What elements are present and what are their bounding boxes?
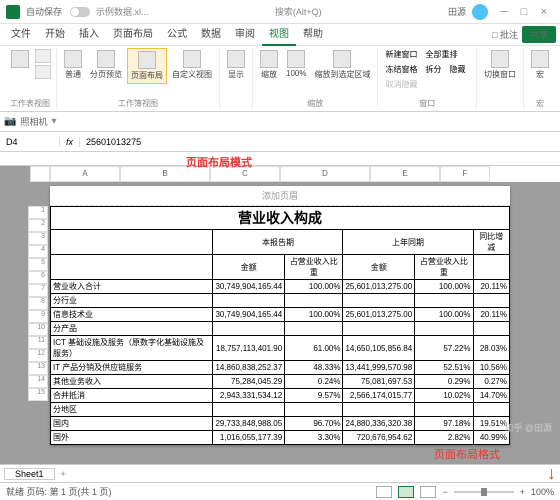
ribbon-body: 工作表视图 普通 分页预览 页面布局 自定义视图 工作簿视图 显示 缩放 100… (0, 46, 560, 112)
hide-button[interactable]: 隐藏 (446, 63, 468, 76)
split-button[interactable]: 拆分 (422, 63, 444, 76)
group-label: 工作表视图 (10, 98, 50, 109)
group-window: 新建窗口 全部重排 冻结窗格 拆分 隐藏 取消隐藏 窗口 (378, 48, 477, 109)
ribbon-tabs: 文件 开始 插入 页面布局 公式 数据 审阅 视图 帮助 □ 批注 共享 (0, 24, 560, 46)
group-label: 缩放 (307, 98, 323, 109)
filename: 示例数据.xl... (96, 5, 149, 18)
custom-view-button[interactable]: 自定义视图 (169, 48, 215, 84)
autosave-toggle[interactable] (70, 7, 90, 17)
comments-button[interactable]: □ 批注 (492, 28, 518, 41)
share-button[interactable]: 共享 (522, 26, 556, 43)
group-label: 窗口 (419, 98, 435, 109)
tab-formulas[interactable]: 公式 (160, 24, 194, 46)
group-show: 显示 (220, 48, 253, 109)
tab-help[interactable]: 帮助 (296, 24, 330, 46)
column-headers[interactable]: A B C D E F (30, 166, 560, 182)
status-text: 就绪 页码: 第 1 页(共 1 页) (6, 485, 112, 498)
table-row[interactable]: 分地区 (51, 403, 510, 417)
header-row-1: 本报告期 上年同期 同比增减 (51, 230, 510, 255)
group-label: 工作簿视图 (118, 98, 158, 109)
show-button[interactable]: 显示 (224, 48, 248, 82)
sv-btn2[interactable] (35, 65, 51, 79)
statusbar: 就绪 页码: 第 1 页(共 1 页) − + 100% (0, 482, 560, 500)
ruler (0, 152, 560, 166)
table-row[interactable]: 国内29,733,848,988.0596.70%24,880,336,320.… (51, 417, 510, 431)
autosave-label: 自动保存 (26, 5, 62, 18)
page-header[interactable]: 添加页眉 (50, 186, 510, 206)
arrow-down-icon: ↓ (547, 463, 556, 484)
pagelayout-view-button[interactable]: 页面布局 (127, 48, 167, 84)
header-row-2: 金额 占营业收入比重 金额 占营业收入比重 (51, 255, 510, 280)
tab-home[interactable]: 开始 (38, 24, 72, 46)
group-label: 宏 (536, 98, 544, 109)
user-name[interactable]: 田源 (448, 5, 466, 18)
sheetview-icon[interactable] (11, 50, 29, 68)
row-headers[interactable]: 123456789101112131415 (28, 206, 48, 401)
normal-view-icon[interactable] (376, 486, 392, 498)
watermark: 知乎 @田源 (504, 421, 552, 434)
excel-icon (6, 5, 20, 19)
annotation-mode: 页面布局模式 (186, 154, 252, 170)
tab-file[interactable]: 文件 (4, 24, 38, 46)
table-row[interactable]: 分产品 (51, 322, 510, 336)
page: 123456789101112131415 添加页眉 营业收入构成 本报告期 上… (50, 186, 510, 445)
name-box[interactable]: D4 (0, 137, 60, 147)
group-sheetview: 工作表视图 (4, 48, 57, 109)
add-sheet-button[interactable]: + (55, 469, 72, 479)
pagelayout-view-icon[interactable] (398, 486, 414, 498)
table-title: 营业收入构成 (51, 207, 510, 230)
table-row[interactable]: 合并抵消2,943,331,534.129.57%2,566,174,015.7… (51, 389, 510, 403)
quick-tools: 📷 照相机 ▾ (0, 112, 560, 132)
annotation-format: 页面布局格式 (434, 446, 500, 462)
zoom-100-button[interactable]: 100% (283, 48, 309, 82)
tab-review[interactable]: 审阅 (228, 24, 262, 46)
data-table[interactable]: 营业收入构成 本报告期 上年同期 同比增减 金额 占营业收入比重 金额 占营业收… (50, 206, 510, 445)
camera-label[interactable]: 照相机 (20, 115, 47, 128)
group-workbookview: 普通 分页预览 页面布局 自定义视图 工作簿视图 (57, 48, 220, 109)
table-row[interactable]: 信息技术业30,749,904,165.44100.00%25,601,013,… (51, 308, 510, 322)
switchwindow-button[interactable]: 切换窗口 (481, 48, 519, 82)
table-row[interactable]: 分行业 (51, 294, 510, 308)
tab-pagelayout[interactable]: 页面布局 (106, 24, 160, 46)
sheet-area[interactable]: ↘ 页面布局模式 A B C D E F 1234567891011121314… (0, 152, 560, 464)
pagebreak-view-icon[interactable] (420, 486, 436, 498)
table-row[interactable]: 营业收入合计30,749,904,165.44100.00%25,601,013… (51, 280, 510, 294)
arrange-button[interactable]: 全部重排 (422, 48, 460, 61)
table-row[interactable]: IT 产品分销及供应链服务14,860,838,252.3748.33%13,4… (51, 361, 510, 375)
tab-view[interactable]: 视图 (262, 24, 296, 46)
macro-button[interactable]: 宏 (528, 48, 552, 82)
freeze-button[interactable]: 冻结窗格 (382, 63, 420, 76)
avatar[interactable] (472, 4, 488, 20)
zoom-level[interactable]: 100% (531, 487, 554, 497)
normal-view-button[interactable]: 普通 (61, 48, 85, 84)
fx-icon[interactable]: fx (60, 137, 80, 147)
zoom-button[interactable]: 缩放 (257, 48, 281, 82)
camera-icon[interactable]: 📷 (4, 116, 16, 127)
formula-input[interactable]: 25601013275 (80, 137, 560, 147)
titlebar: 自动保存 示例数据.xl... 搜索(Alt+Q) 田源 ─ □ × (0, 0, 560, 24)
zoom-plus[interactable]: + (520, 487, 525, 497)
maximize-icon[interactable]: □ (514, 6, 534, 18)
minimize-icon[interactable]: ─ (494, 6, 514, 18)
table-row[interactable]: 其他业务收入75,284,045.290.24%75,081,697.530.2… (51, 375, 510, 389)
zoom-slider[interactable] (454, 491, 514, 493)
sheet-tabs: Sheet1 + ↓ (0, 464, 560, 482)
newwindow-button[interactable]: 新建窗口 (382, 48, 420, 61)
table-row[interactable]: 国外1,016,055,177.393.30%720,676,954.622.8… (51, 431, 510, 445)
group-macro: 宏 宏 (524, 48, 556, 109)
group-switch: 切换窗口 (477, 48, 524, 109)
tab-insert[interactable]: 插入 (72, 24, 106, 46)
zoom-minus[interactable]: − (442, 487, 447, 497)
group-zoom: 缩放 100% 缩放到选定区域 缩放 (253, 48, 378, 109)
table-row[interactable]: ICT 基础设施及服务（原数字化基础设施及服务）18,757,113,401.9… (51, 336, 510, 361)
pagebreak-view-button[interactable]: 分页预览 (87, 48, 125, 84)
zoom-selection-button[interactable]: 缩放到选定区域 (311, 48, 373, 82)
formula-bar: D4 fx 25601013275 (0, 132, 560, 152)
unhide-button: 取消隐藏 (382, 78, 420, 91)
sheet-tab[interactable]: Sheet1 (4, 468, 55, 480)
tab-data[interactable]: 数据 (194, 24, 228, 46)
close-icon[interactable]: × (534, 6, 554, 18)
sv-btn1[interactable] (35, 49, 51, 63)
search-box[interactable]: 搜索(Alt+Q) (149, 5, 448, 18)
